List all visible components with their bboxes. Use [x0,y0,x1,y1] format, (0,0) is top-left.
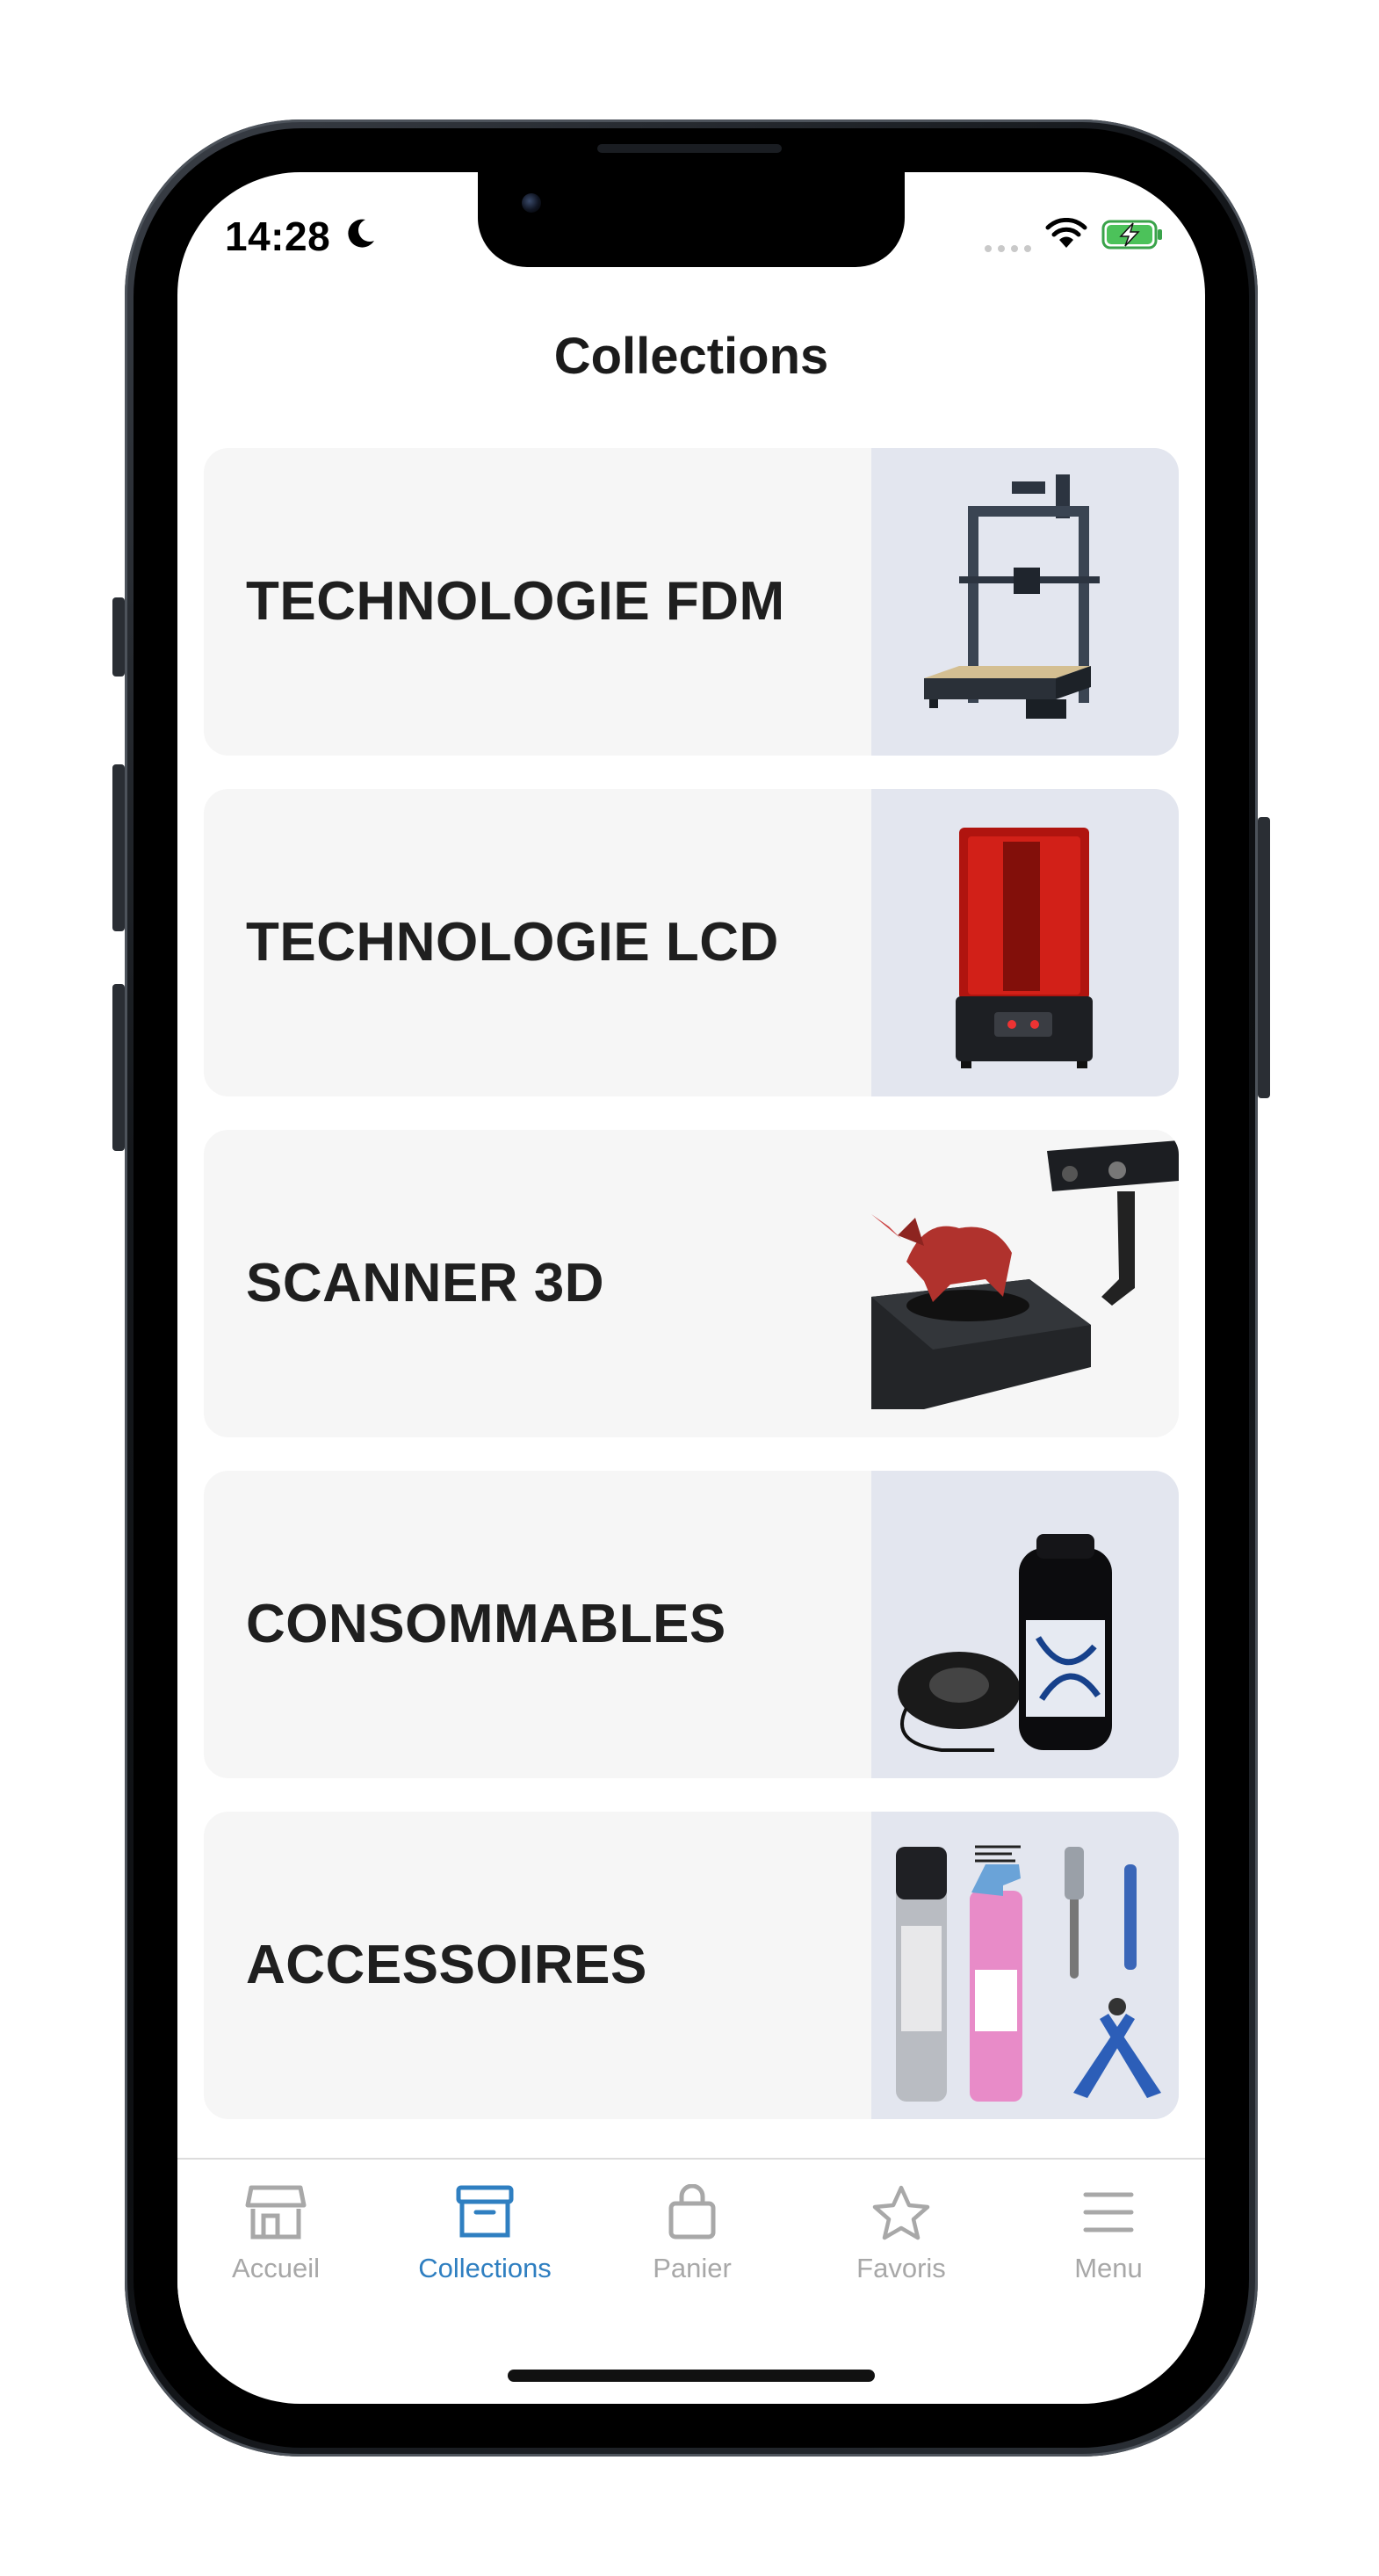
bottom-tab-bar: Accueil Collections Panier Favoris Menu [177,2158,1205,2335]
collection-card-fdm[interactable]: TECHNOLOGIE FDM [204,448,1179,756]
tab-favoris[interactable]: Favoris [813,2184,989,2284]
tab-label: Collections [418,2253,552,2283]
collection-label: TECHNOLOGIE FDM [246,571,785,632]
front-camera [522,193,541,213]
home-indicator[interactable] [508,2370,875,2382]
star-icon [872,2185,930,2240]
tab-label: Favoris [856,2253,946,2283]
archive-box-icon [456,2185,514,2238]
battery-charging-icon [1101,220,1162,250]
status-time: 14:28 [225,213,331,259]
collection-card-consumables[interactable]: CONSOMMABLES [204,1471,1179,1778]
moon-icon [348,219,374,248]
power-button [1258,817,1270,1098]
app-screen: 14:28 Collections TECHNOLOGIE FDM TECHNO… [177,172,1205,2404]
tab-menu[interactable]: Menu [1021,2184,1196,2284]
storefront-icon [245,2185,307,2240]
earpiece-speaker [597,144,782,153]
collections-list: TECHNOLOGIE FDM TECHNOLOGIE LCD SCANNER … [204,448,1179,2153]
tab-collections[interactable]: Collections [397,2184,573,2284]
collection-label: ACCESSOIRES [246,1935,647,1995]
collection-card-lcd[interactable]: TECHNOLOGIE LCD [204,789,1179,1096]
3d-scanner-image [871,1130,1179,1437]
mute-switch [112,597,125,677]
tab-accueil[interactable]: Accueil [188,2184,364,2284]
collection-card-accessories[interactable]: ACCESSOIRES [204,1812,1179,2119]
collection-label: CONSOMMABLES [246,1594,726,1654]
shopping-bag-icon [668,2184,716,2240]
tab-label: Panier [653,2253,732,2283]
collection-label: TECHNOLOGIE LCD [246,912,779,973]
tools-and-sprays-image [871,1812,1179,2119]
resin-printer-image [871,789,1179,1096]
volume-down-button [112,984,125,1151]
wifi-icon [1045,218,1087,248]
tab-label: Menu [1074,2253,1143,2283]
notch [478,172,905,267]
tab-panier[interactable]: Panier [604,2184,780,2284]
hamburger-menu-icon [1083,2192,1134,2232]
collection-card-scanner[interactable]: SCANNER 3D [204,1130,1179,1437]
tab-label: Accueil [232,2253,320,2283]
fdm-printer-image [871,448,1179,756]
collection-label: SCANNER 3D [246,1253,605,1313]
cellular-signal-icon [985,245,1031,252]
page-title: Collections [553,328,829,385]
filament-and-resin-image [871,1471,1179,1778]
volume-up-button [112,764,125,931]
